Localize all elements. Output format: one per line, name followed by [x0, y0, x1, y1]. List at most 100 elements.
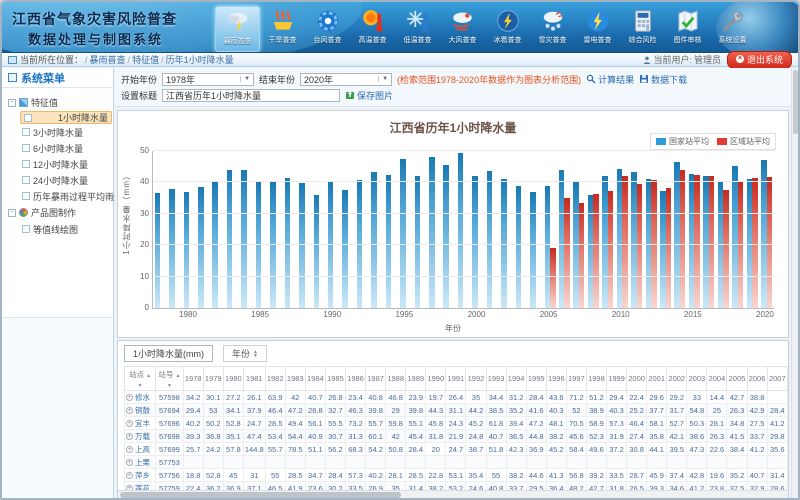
legend-item-国家站平均[interactable]: 国家站平均	[656, 136, 709, 147]
year-column-header[interactable]: 1980	[223, 367, 243, 391]
bar-group-2012[interactable]	[644, 151, 658, 308]
bar-国家站平均-1990[interactable]	[328, 182, 333, 308]
bar-区域站平均-2017[interactable]	[723, 190, 728, 308]
bar-group-1993[interactable]	[370, 151, 384, 308]
bar-区域站平均-2011[interactable]	[637, 184, 642, 308]
bar-group-1989[interactable]	[312, 151, 326, 308]
bar-group-1990[interactable]	[326, 151, 340, 308]
bar-区域站平均-2008[interactable]	[593, 194, 598, 308]
bar-group-2006[interactable]	[557, 151, 571, 308]
bar-group-1997[interactable]	[427, 151, 441, 308]
tree-item-等值线绘图[interactable]: 等值线绘图	[20, 221, 109, 237]
bar-国家站平均-1997[interactable]	[429, 157, 434, 308]
year-column-header[interactable]: 1997	[566, 367, 586, 391]
year-column-header[interactable]: 1992	[466, 367, 486, 391]
year-column-header[interactable]: 1978	[183, 367, 203, 391]
bar-国家站平均-1981[interactable]	[198, 187, 203, 308]
station-name-cell[interactable]: +宜丰	[125, 417, 156, 430]
bar-group-2014[interactable]	[673, 151, 687, 308]
bar-group-2020[interactable]	[759, 151, 773, 308]
bar-group-1988[interactable]	[297, 151, 311, 308]
bar-国家站平均-2003[interactable]	[516, 186, 521, 308]
year-column-header[interactable]: 1998	[586, 367, 606, 391]
toolbar-item-map-audit[interactable]: 图件审核	[665, 6, 710, 52]
toolbar-item-heat[interactable]: 高温普查	[350, 6, 395, 52]
bar-group-2009[interactable]	[601, 151, 615, 308]
station-name-cell[interactable]: +上栗	[125, 456, 156, 469]
bar-国家站平均-1980[interactable]	[184, 192, 189, 308]
bar-group-1981[interactable]	[196, 151, 210, 308]
expand-row-icon[interactable]: +	[126, 459, 133, 466]
tree-expand-icon[interactable]: -	[8, 99, 16, 107]
download-button[interactable]: 数据下载	[639, 73, 687, 86]
bar-group-1992[interactable]	[355, 151, 369, 308]
tree-item-24小时降水量[interactable]: 24小时降水量	[20, 172, 109, 188]
chart-title-input[interactable]: 江西省历年1小时降水量	[162, 89, 340, 102]
bar-国家站平均-2000[interactable]	[472, 176, 477, 309]
tree-item-1小时降水量[interactable]: 1小时降水量	[20, 111, 112, 124]
expand-row-icon[interactable]: +	[126, 420, 133, 427]
bar-区域站平均-2007[interactable]	[579, 203, 584, 308]
toolbar-item-hail[interactable]: 冰雹普查	[485, 6, 530, 52]
bar-group-1986[interactable]	[269, 151, 283, 308]
bar-group-1979[interactable]	[167, 151, 181, 308]
station-name-cell[interactable]: +上高	[125, 443, 156, 456]
year-column-header[interactable]: 2000	[627, 367, 647, 391]
year-column-header[interactable]: 2005	[727, 367, 747, 391]
expand-row-icon[interactable]: +	[126, 394, 133, 401]
bar-group-2016[interactable]	[702, 151, 716, 308]
year-column-header[interactable]: 1993	[486, 367, 506, 391]
bar-国家站平均-1978[interactable]	[155, 193, 160, 308]
bar-group-1987[interactable]	[283, 151, 297, 308]
bar-group-2005[interactable]	[543, 151, 557, 308]
year-column-header[interactable]: 2006	[747, 367, 767, 391]
legend-item-区域站平均[interactable]: 区域站平均	[717, 136, 770, 147]
year-column-header[interactable]: 1995	[526, 367, 546, 391]
toolbar-item-snow[interactable]: 雪灾普查	[530, 6, 575, 52]
bar-区域站平均-2009[interactable]	[608, 191, 613, 308]
bar-国家站平均-1982[interactable]	[212, 182, 217, 308]
year-column-header[interactable]: 1985	[325, 367, 345, 391]
bar-group-1998[interactable]	[442, 151, 456, 308]
year-column-header[interactable]: 1981	[243, 367, 265, 391]
bar-group-2017[interactable]	[716, 151, 730, 308]
year-column-header[interactable]: 1982	[265, 367, 285, 391]
tree-item-12小时降水量[interactable]: 12小时降水量	[20, 156, 109, 172]
bar-group-1996[interactable]	[413, 151, 427, 308]
year-column-header[interactable]: 1999	[606, 367, 626, 391]
end-year-select[interactable]: 2020年▼	[300, 73, 392, 86]
bar-国家站平均-1994[interactable]	[386, 175, 391, 308]
bar-group-1983[interactable]	[225, 151, 239, 308]
bar-区域站平均-2014[interactable]	[680, 170, 685, 308]
bar-国家站平均-1993[interactable]	[371, 172, 376, 308]
year-column-header[interactable]: 1990	[426, 367, 446, 391]
bar-区域站平均-2006[interactable]	[564, 198, 569, 308]
station-name-cell[interactable]: +修水	[125, 391, 156, 404]
bar-区域站平均-2016[interactable]	[709, 176, 714, 308]
tree-expand-icon[interactable]: -	[8, 209, 16, 217]
bar-group-1999[interactable]	[456, 151, 470, 308]
bar-group-1984[interactable]	[240, 151, 254, 308]
bar-国家站平均-1988[interactable]	[299, 183, 304, 308]
bar-group-2002[interactable]	[500, 151, 514, 308]
toolbar-item-cold[interactable]: 低温普查	[395, 6, 440, 52]
bar-国家站平均-1979[interactable]	[169, 189, 174, 308]
year-column-header[interactable]: 2002	[667, 367, 687, 391]
expand-row-icon[interactable]: +	[126, 446, 133, 453]
year-column-header[interactable]: 1988	[386, 367, 406, 391]
year-sort-control[interactable]: 年份 ▲▼	[223, 345, 267, 362]
bar-group-2007[interactable]	[572, 151, 586, 308]
bar-group-2004[interactable]	[528, 151, 542, 308]
toolbar-item-rainstorm[interactable]: 暴雨普查	[215, 6, 260, 52]
breadcrumb-item[interactable]: 暴雨普查	[90, 55, 126, 65]
bar-group-2015[interactable]	[687, 151, 701, 308]
year-column-header[interactable]: 1983	[285, 367, 305, 391]
toolbar-item-risk[interactable]: 综合风险	[620, 6, 665, 52]
bar-group-2018[interactable]	[731, 151, 745, 308]
year-column-header[interactable]: 1991	[446, 367, 466, 391]
year-column-header[interactable]: 1986	[345, 367, 365, 391]
tree-item-3小时降水量[interactable]: 3小时降水量	[20, 124, 109, 140]
bar-group-2011[interactable]	[629, 151, 643, 308]
bar-group-2000[interactable]	[471, 151, 485, 308]
year-column-header[interactable]: 1994	[506, 367, 526, 391]
